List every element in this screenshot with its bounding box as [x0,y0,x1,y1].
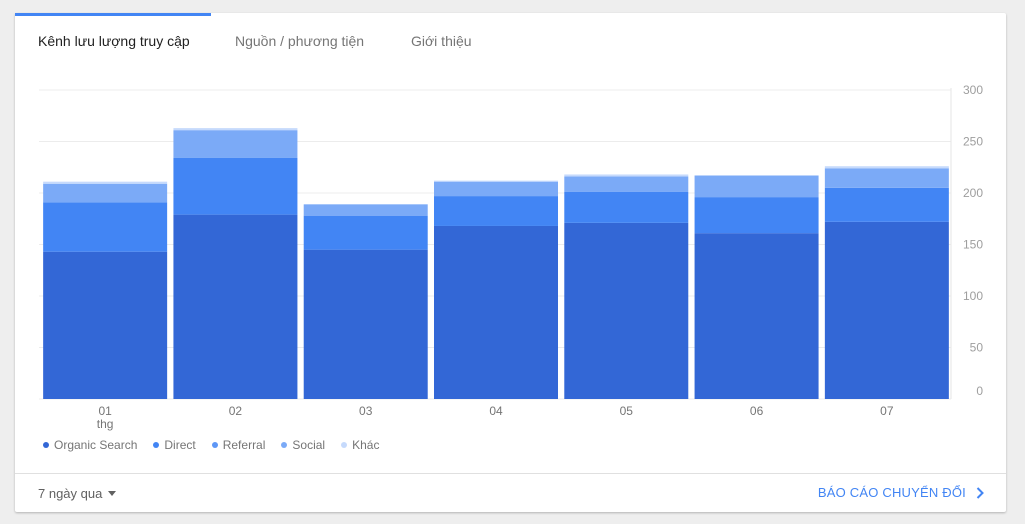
stacked-bar-chart: 300 250 200 150 100 50 0 01thg 02 03 04 05 06 07 [39,83,984,431]
bar-segment [303,249,428,399]
bar-segment [694,175,819,198]
bar-segment [434,180,558,182]
y-tick-label: 150 [963,238,983,252]
bar-segment [694,233,819,399]
y-tick-label: 0 [976,384,983,398]
bar-segment [173,128,298,131]
x-tick-label: 02 [229,404,243,418]
date-range-label: 7 ngày qua [38,486,103,501]
bar-segment [694,197,819,234]
bar-segment [43,251,168,399]
legend-label: Khác [352,438,380,452]
bar-segment [43,183,168,203]
y-tick-label: 200 [963,186,983,200]
bar-segment [43,181,168,184]
chevron-right-icon [976,486,984,499]
x-tick-label: 01 [98,404,112,418]
bar-segment [173,214,298,399]
legend-dot-icon [153,442,160,448]
bar-segment [303,204,428,216]
legend-dot-icon [281,442,288,448]
legend-label: Direct [164,438,196,452]
bar-segment [434,196,558,226]
legend-label: Social [292,438,326,452]
x-tick-label: 07 [880,404,894,418]
legend-item: Referral [211,437,266,453]
bar-segment [303,215,428,250]
bar-segment [824,221,949,399]
bar-segment [173,130,298,158]
legend-item: Direct [153,437,196,453]
bar-segment [824,187,949,222]
bar-segment [824,166,949,169]
date-range-dropdown[interactable]: 7 ngày qua [38,486,117,501]
legend-item: Khác [341,437,379,453]
y-tick-label: 50 [970,341,984,355]
legend-label: Organic Search [54,438,138,452]
x-tick-label: 03 [359,404,373,418]
x-tick-label: 06 [750,404,764,418]
legend-item: Organic Search [43,437,137,453]
card-footer: 7 ngày qua BÁO CÁO CHUYỂN ĐỔI [15,473,1006,513]
traffic-card: Kênh lưu lượng truy cập Nguồn / phương t… [15,13,1006,512]
legend-dot-icon [341,442,348,448]
chart-legend: Organic Search Direct Referral Social Khác [43,437,395,453]
legend-dot-icon [43,442,49,448]
legend-label: Referral [222,438,266,452]
legend-dot-icon [211,442,218,448]
conversion-report-link[interactable]: BÁO CÁO CHUYỂN ĐỔI [818,485,984,500]
bar-segment [564,176,689,192]
bar-segment [564,222,689,399]
x-tick-sublabel: thg [97,417,114,431]
bar-segment [434,225,558,399]
conversion-report-label: BÁO CÁO CHUYỂN ĐỔI [817,485,966,500]
dropdown-caret-icon [108,491,117,496]
y-tick-label: 100 [963,289,983,303]
y-tick-label: 300 [963,83,983,97]
bar-segment [564,174,689,177]
bar-segment [434,181,558,197]
legend-item: Social [281,437,325,453]
y-tick-label: 250 [963,135,983,149]
bar-segment [173,157,298,215]
bar-segment [564,191,689,223]
bar-segment [824,168,949,188]
x-tick-label: 05 [620,404,634,418]
x-tick-label: 04 [489,404,503,418]
bar-segment [43,202,168,252]
